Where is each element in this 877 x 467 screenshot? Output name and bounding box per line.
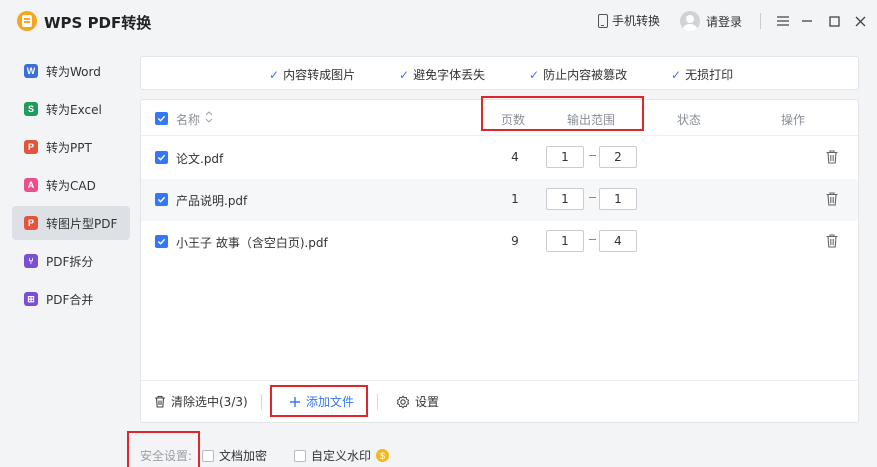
sidebar-item-merge[interactable]: ⊞ PDF合并 [12, 282, 130, 316]
hamburger-icon [777, 16, 789, 26]
feature-item: ✓ 防止内容被篡改 [529, 67, 628, 83]
range-dash [589, 155, 596, 156]
watermark-option[interactable]: 自定义水印 $ [294, 447, 390, 464]
feature-item: ✓ 避免字体丢失 [399, 67, 486, 83]
range-to-input[interactable]: 1 [599, 188, 637, 210]
sidebar-item-label: 转为Excel [46, 102, 102, 117]
file-list-panel: 名称 页数 输出范围 状态 操作 论文.pdf 4 1 2 产品说明.pdf 1… [140, 99, 859, 423]
phone-convert-label: 手机转换 [612, 14, 661, 28]
encrypt-option[interactable]: 文档加密 [202, 447, 267, 464]
row-checkbox[interactable] [155, 151, 168, 164]
range-to-input[interactable]: 2 [599, 146, 637, 168]
check-icon: ✓ [269, 67, 280, 82]
title-bar: WPS PDF转换 手机转换 请登录 [0, 0, 877, 44]
avatar [680, 11, 700, 31]
sidebar-item-split[interactable]: ⑂ PDF拆分 [12, 244, 130, 278]
sidebar-item-label: 转为CAD [46, 178, 96, 193]
premium-coin-icon: $ [376, 449, 390, 462]
annotation-box-add-file [270, 385, 368, 417]
login-label: 请登录 [706, 14, 743, 29]
close-icon [855, 16, 865, 26]
settings-button[interactable]: 设置 [396, 393, 439, 410]
table-row: 小王子 故事（含空白页).pdf 9 1 4 [141, 221, 858, 263]
app-logo-icon [17, 11, 37, 31]
row-checkbox[interactable] [155, 235, 168, 248]
annotation-box-header [481, 96, 644, 131]
maximize-icon [828, 15, 840, 27]
titlebar-divider [760, 13, 761, 29]
header-status: 状态 [677, 113, 702, 127]
trash-icon [155, 395, 165, 408]
page-count: 9 [511, 234, 519, 248]
page-count: 1 [511, 192, 519, 206]
sort-icon[interactable] [205, 110, 213, 127]
maximize-button[interactable] [824, 11, 844, 31]
sidebar: W 转为Word S 转为Excel P 转为PPT A 转为CAD P 转图片型PDF ⑂ PDF拆… [0, 52, 140, 320]
sidebar-item-excel[interactable]: S 转为Excel [12, 92, 130, 126]
phone-convert-button[interactable]: 手机转换 [598, 12, 660, 29]
table-row: 论文.pdf 4 1 2 [141, 137, 858, 179]
footer-divider [377, 394, 378, 410]
range-from-input[interactable]: 1 [546, 230, 584, 252]
watermark-checkbox[interactable] [294, 449, 306, 462]
file-name: 小王子 故事（含空白页).pdf [176, 236, 328, 250]
sidebar-item-cad[interactable]: A 转为CAD [12, 168, 130, 202]
sidebar-item-image-pdf[interactable]: P 转图片型PDF [12, 206, 130, 240]
range-dash [589, 239, 596, 240]
login-button[interactable]: 请登录 [680, 11, 742, 31]
cad-icon: A [24, 178, 38, 192]
menu-button[interactable] [773, 11, 793, 31]
check-icon: ✓ [399, 67, 410, 82]
sidebar-item-label: 转图片型PDF [46, 216, 118, 231]
app-title: WPS PDF转换 [44, 14, 152, 32]
word-icon: W [24, 64, 38, 78]
security-label: 安全设置: [140, 449, 193, 463]
select-all-checkbox[interactable] [155, 112, 168, 125]
feature-item: ✓ 无损打印 [671, 67, 734, 83]
range-from-input[interactable]: 1 [546, 188, 584, 210]
merge-icon: ⊞ [24, 292, 38, 306]
range-to-input[interactable]: 4 [599, 230, 637, 252]
delete-icon[interactable] [825, 233, 839, 249]
sidebar-item-ppt[interactable]: P 转为PPT [12, 130, 130, 164]
check-icon: ✓ [529, 67, 540, 82]
file-name: 产品说明.pdf [176, 194, 248, 208]
range-from-input[interactable]: 1 [546, 146, 584, 168]
sidebar-item-label: PDF合并 [46, 292, 94, 307]
list-footer: 清除选中(3/3) 添加文件 设置 [141, 380, 858, 422]
check-icon: ✓ [671, 67, 682, 82]
footer-divider [261, 394, 262, 410]
image-pdf-icon: P [24, 216, 38, 230]
ppt-icon: P [24, 140, 38, 154]
phone-icon [598, 13, 608, 28]
file-name: 论文.pdf [176, 152, 224, 166]
clear-selected-button[interactable]: 清除选中(3/3) [154, 393, 248, 410]
page-count: 4 [511, 150, 519, 164]
row-checkbox[interactable] [155, 193, 168, 206]
gear-icon [396, 394, 410, 409]
header-name: 名称 [176, 113, 201, 127]
sidebar-item-label: 转为Word [46, 64, 101, 79]
sidebar-item-label: 转为PPT [46, 140, 92, 155]
sidebar-item-word[interactable]: W 转为Word [12, 54, 130, 88]
split-icon: ⑂ [24, 254, 38, 268]
excel-icon: S [24, 102, 38, 116]
delete-icon[interactable] [825, 191, 839, 207]
close-button[interactable] [850, 11, 870, 31]
delete-icon[interactable] [825, 149, 839, 165]
feature-item: ✓ 内容转成图片 [269, 67, 356, 83]
encrypt-checkbox[interactable] [202, 449, 214, 462]
header-action: 操作 [781, 113, 806, 127]
minimize-icon [802, 20, 812, 22]
table-row: 产品说明.pdf 1 1 1 [141, 179, 858, 221]
range-dash [589, 197, 596, 198]
minimize-button[interactable] [797, 11, 817, 31]
sidebar-item-label: PDF拆分 [46, 254, 94, 269]
feature-bar: ✓ 内容转成图片 ✓ 避免字体丢失 ✓ 防止内容被篡改 ✓ 无损打印 [140, 56, 859, 90]
